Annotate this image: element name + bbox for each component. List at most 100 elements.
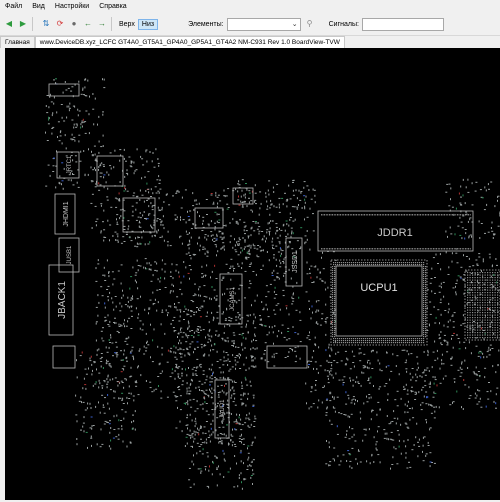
pad xyxy=(249,413,250,415)
pad xyxy=(200,427,201,429)
view-top-label[interactable]: Верх xyxy=(119,21,135,28)
pad xyxy=(406,384,407,386)
pin-icon[interactable]: ● xyxy=(69,19,79,29)
component-block[interactable] xyxy=(53,346,75,368)
bga-ball xyxy=(413,264,414,265)
pad xyxy=(182,243,183,245)
pad xyxy=(136,281,137,283)
pad xyxy=(132,215,134,216)
pad xyxy=(124,226,126,227)
pad xyxy=(237,362,239,363)
bga-ball xyxy=(377,338,378,339)
bga-ball xyxy=(495,297,496,298)
rotate-icon[interactable]: ⟳ xyxy=(55,19,65,29)
pad xyxy=(408,462,410,463)
pad xyxy=(407,428,409,429)
pad xyxy=(330,370,332,371)
pad xyxy=(237,347,239,348)
connector-pin xyxy=(340,248,341,250)
pad xyxy=(96,340,97,342)
board-svg[interactable]: JDDR1 UCPU1 JSSD1 JBACK1 JHDMI1 JUSB1 JR… xyxy=(5,48,500,500)
pad xyxy=(448,266,449,268)
pad xyxy=(174,357,176,358)
pad xyxy=(360,418,361,420)
pad xyxy=(237,312,239,313)
pad xyxy=(251,234,252,236)
pad xyxy=(389,423,391,424)
bga-ball xyxy=(425,310,426,311)
bga-ball xyxy=(405,264,406,265)
arrow-left-icon[interactable]: ← xyxy=(83,19,93,29)
pad xyxy=(167,362,169,363)
pad xyxy=(214,297,215,299)
pad xyxy=(83,119,84,121)
pad xyxy=(325,463,327,464)
menu-file[interactable]: Файл xyxy=(0,0,27,13)
view-bottom-toggle[interactable]: Низ xyxy=(138,19,158,30)
pad xyxy=(232,442,234,443)
component-block[interactable] xyxy=(49,84,79,96)
pad xyxy=(244,229,245,231)
tab-boardview-file[interactable]: www.DeviceDB.xyz_LCFC GT4A0_GT5A1_GP4A0_… xyxy=(35,36,345,48)
bga-ball xyxy=(341,264,342,265)
pad xyxy=(62,142,63,144)
menu-view[interactable]: Вид xyxy=(27,0,50,13)
pad xyxy=(326,322,327,324)
pad xyxy=(187,403,188,405)
pad xyxy=(244,227,246,228)
component-block[interactable] xyxy=(97,156,123,186)
pad xyxy=(61,104,63,105)
pad xyxy=(248,237,249,239)
flip-icon[interactable]: ⇅ xyxy=(41,19,51,29)
pad xyxy=(74,124,75,126)
pad xyxy=(122,290,123,292)
elements-combo[interactable]: ⌄ xyxy=(227,18,301,31)
bga-ball xyxy=(373,262,374,263)
pad xyxy=(176,310,178,311)
signals-combo[interactable] xyxy=(362,18,444,31)
pad xyxy=(50,175,51,177)
back-icon[interactable]: ◀ xyxy=(4,19,14,29)
pad xyxy=(239,441,241,442)
pad xyxy=(124,241,126,242)
pad xyxy=(273,187,274,189)
bga-ball xyxy=(495,307,496,308)
pad xyxy=(211,195,213,196)
pad xyxy=(289,219,290,221)
bga-ball xyxy=(355,340,356,341)
ucpu1-outline[interactable] xyxy=(331,260,427,345)
pad xyxy=(183,261,184,263)
pad xyxy=(211,378,213,379)
arrow-right-icon[interactable]: → xyxy=(97,19,107,29)
pad xyxy=(180,332,182,333)
component-block[interactable] xyxy=(267,346,307,368)
pad xyxy=(326,412,328,413)
bga-ball xyxy=(470,285,471,286)
pad xyxy=(255,193,257,194)
pad xyxy=(293,180,295,181)
pad xyxy=(252,271,254,272)
search-icon[interactable]: ⚲ xyxy=(305,19,315,29)
pad xyxy=(61,183,62,185)
pad xyxy=(254,201,255,203)
connector-pin xyxy=(379,248,380,250)
pad xyxy=(198,329,199,331)
bga-ball xyxy=(423,278,424,279)
pad xyxy=(245,193,246,195)
pad xyxy=(194,411,196,412)
tab-main[interactable]: Главная xyxy=(0,36,35,48)
board-canvas[interactable]: JDDR1 UCPU1 JSSD1 JBACK1 JHDMI1 JUSB1 JR… xyxy=(5,48,500,500)
bga-ball xyxy=(490,307,491,308)
pad xyxy=(361,385,362,387)
menu-settings[interactable]: Настройки xyxy=(50,0,94,13)
pad xyxy=(212,204,214,205)
pad xyxy=(137,148,138,150)
pad xyxy=(217,386,219,387)
bga-ball xyxy=(490,305,491,306)
pad xyxy=(173,285,174,287)
menu-help[interactable]: Справка xyxy=(94,0,131,13)
pad xyxy=(143,267,144,269)
pad xyxy=(104,424,106,425)
pad xyxy=(329,393,331,394)
forward-icon[interactable]: ▶ xyxy=(18,19,28,29)
